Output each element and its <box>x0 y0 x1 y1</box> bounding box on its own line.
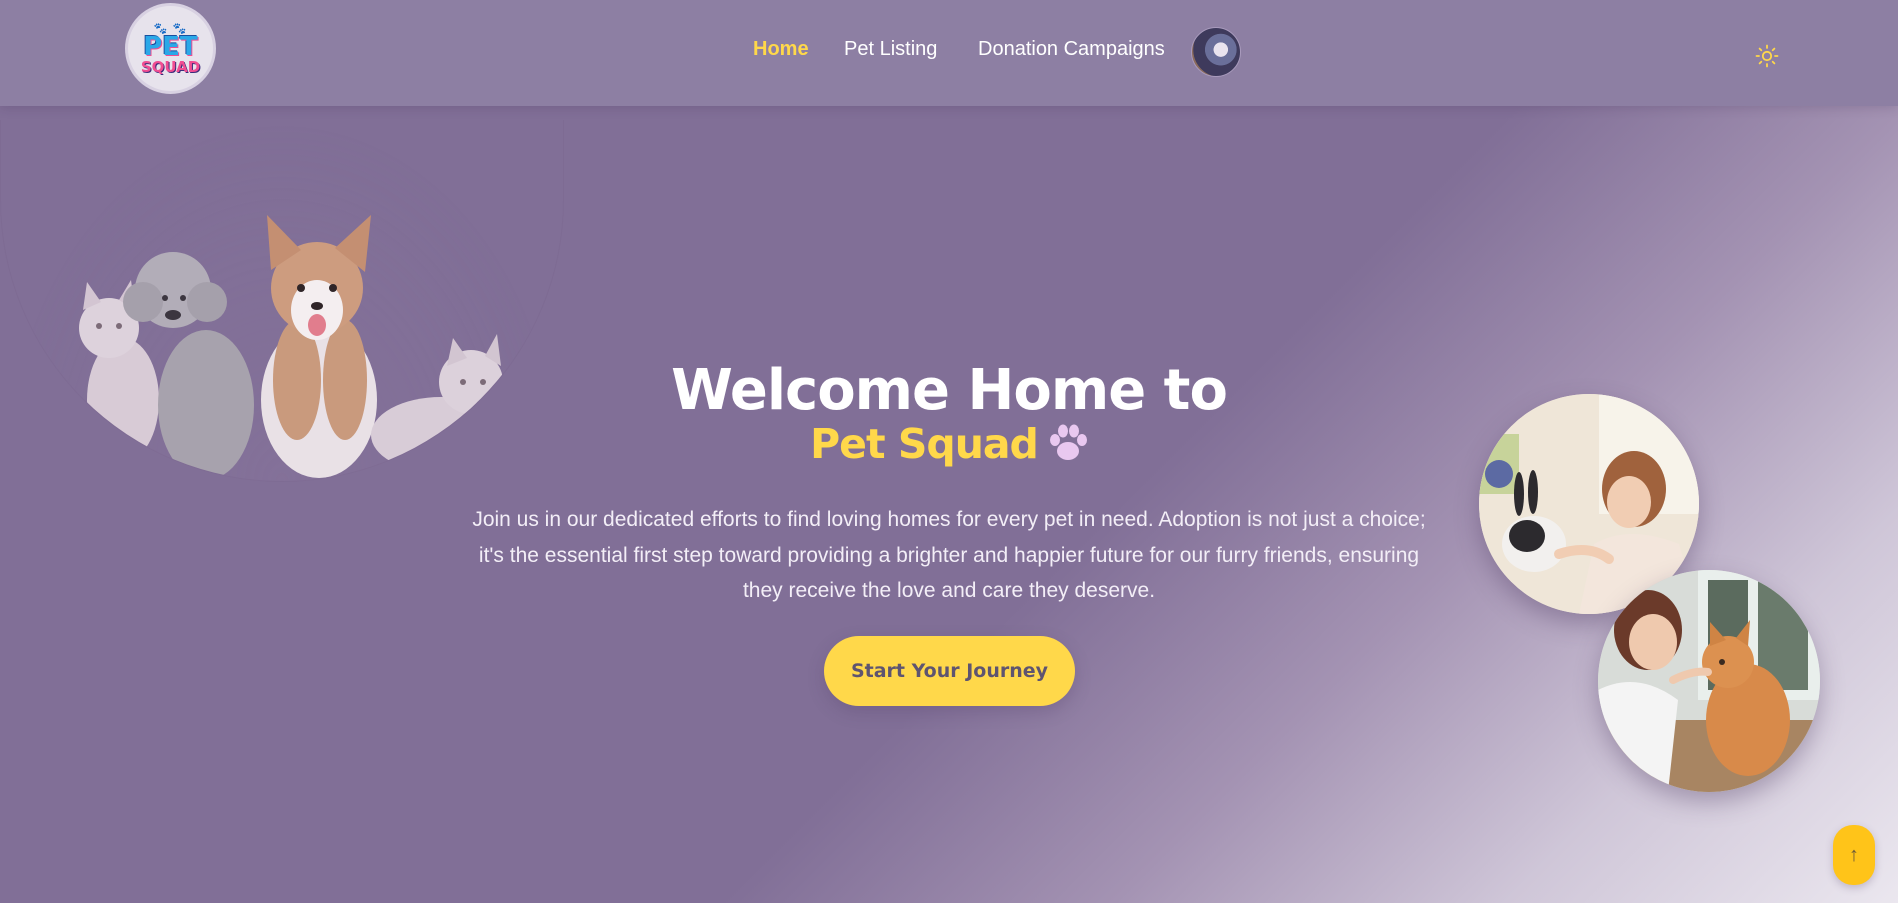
theme-toggle-button[interactable] <box>1754 43 1780 69</box>
scroll-to-top-button[interactable]: ↑ <box>1833 825 1875 885</box>
hero-subtitle-text: Pet Squad <box>810 420 1039 468</box>
photo-woman-with-cat <box>1598 570 1820 792</box>
nav-link-donation-campaigns[interactable]: Donation Campaigns <box>978 38 1165 61</box>
main-nav: Home Pet Listing Donation Campaigns <box>0 38 1898 68</box>
nav-link-pet-listing[interactable]: Pet Listing <box>844 38 937 61</box>
sun-icon <box>1755 44 1779 68</box>
paw-icon <box>1048 424 1088 472</box>
navbar: 🐾 🐾 PET SQUAD Home Pet Listing Donation … <box>0 0 1898 106</box>
hero-description: Join us in our dedicated efforts to find… <box>472 508 1426 602</box>
arrow-up-icon: ↑ <box>1849 843 1859 866</box>
start-journey-button[interactable]: Start Your Journey <box>824 636 1075 706</box>
user-avatar[interactable] <box>1191 27 1241 77</box>
nav-link-home[interactable]: Home <box>753 38 809 61</box>
woman-cat-photo-illustration <box>1598 570 1820 792</box>
